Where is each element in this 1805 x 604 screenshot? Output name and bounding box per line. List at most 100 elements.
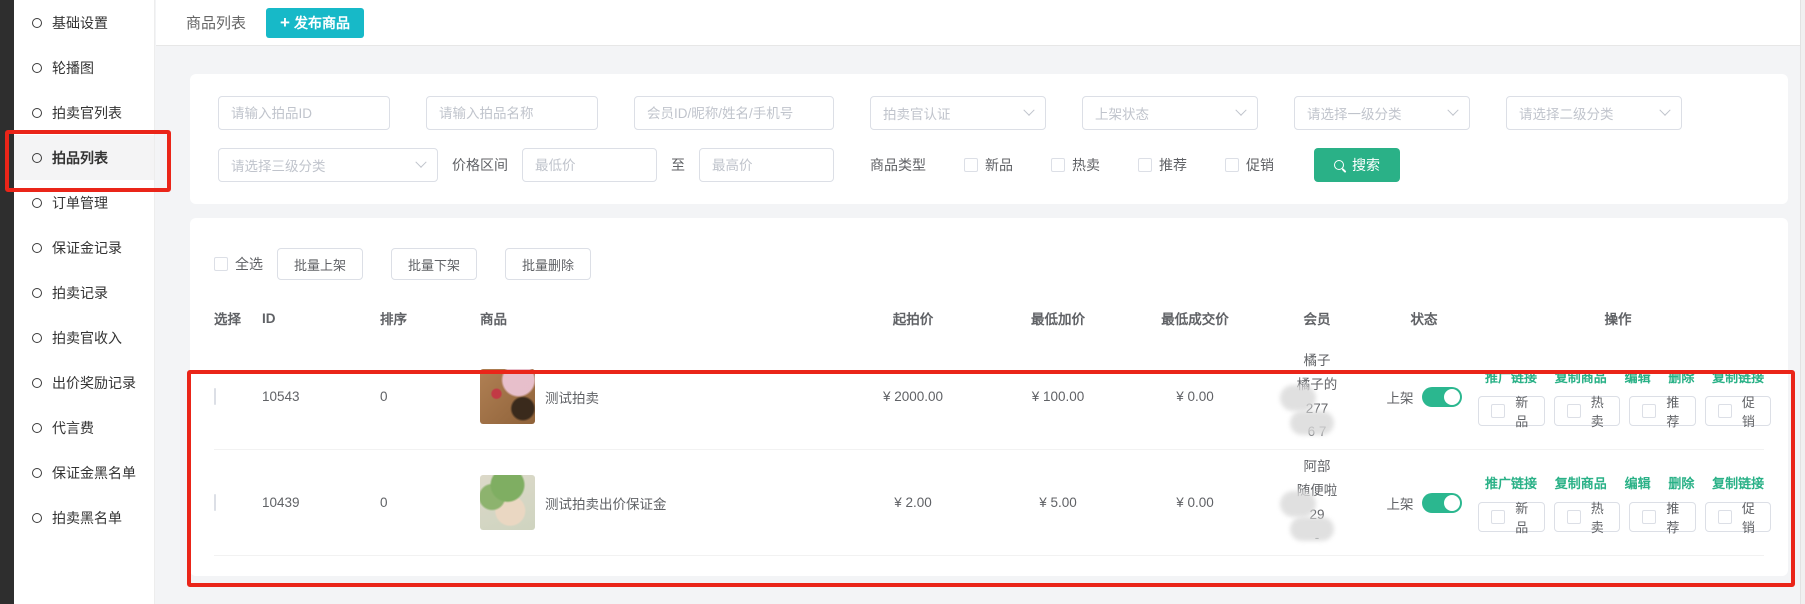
min-price-input[interactable]	[522, 148, 657, 182]
member-line: 橘子	[1264, 349, 1370, 373]
table-header-row: 选择 ID 排序 商品 起拍价 最低加价 最低成交价 会员 状态 操作	[214, 298, 1764, 344]
toggle-knob	[1444, 389, 1460, 405]
table-row: 10543 0 测试拍卖 ¥ 2000.00 ¥ 100.00 ¥ 0.00 橘…	[214, 344, 1764, 450]
cell-product: 测试拍卖出价保证金	[480, 475, 842, 530]
sidebar-item-deposit-blacklist[interactable]: 保证金黑名单	[14, 450, 154, 495]
sidebar-item-label: 拍卖记录	[52, 283, 108, 303]
cell-status: 上架	[1376, 493, 1478, 513]
sidebar-item-deposit-records[interactable]: 保证金记录	[14, 225, 154, 270]
select-placeholder: 上架状态	[1095, 103, 1149, 123]
row-checkbox[interactable]	[214, 388, 216, 405]
tab-product-list[interactable]: 商品列表	[186, 12, 246, 33]
publish-product-button[interactable]: + 发布商品	[266, 8, 364, 38]
sidebar-item-auctioneer-list[interactable]: 拍卖官列表	[14, 90, 154, 135]
type-checkbox-promo[interactable]: 促销	[1225, 155, 1274, 175]
product-image	[480, 369, 535, 424]
copy-product-action[interactable]: 复制商品	[1555, 476, 1607, 491]
privacy-redaction-blob	[1290, 517, 1334, 541]
circle-icon	[32, 153, 42, 163]
circle-icon	[32, 378, 42, 388]
privacy-redaction-blob	[1290, 411, 1334, 435]
bulk-delist-button[interactable]: 批量下架	[391, 248, 477, 280]
circle-icon	[32, 333, 42, 343]
delete-action[interactable]: 删除	[1668, 476, 1694, 491]
edit-action[interactable]: 编辑	[1625, 476, 1651, 491]
row-checkbox[interactable]	[214, 494, 216, 511]
sidebar-item-auctioneer-income[interactable]: 拍卖官收入	[14, 315, 154, 360]
auctioneer-cert-select[interactable]: 拍卖官认证	[870, 96, 1046, 130]
tag-checkbox-hot[interactable]: 热卖	[1554, 502, 1621, 532]
sidebar-item-label: 拍品列表	[52, 148, 108, 168]
tag-checkbox-recommend[interactable]: 推荐	[1629, 502, 1696, 532]
checkbox-icon	[1225, 158, 1239, 172]
tab-bar: 商品列表 + 发布商品	[156, 0, 1805, 46]
tag-checkbox-hot[interactable]: 热卖	[1554, 396, 1621, 426]
col-sort: 排序	[380, 308, 480, 328]
sidebar-item-label: 拍卖官列表	[52, 103, 122, 123]
lot-id-input[interactable]	[218, 96, 390, 130]
sidebar-item-label: 代言费	[52, 418, 94, 438]
sidebar-item-endorsement-fee[interactable]: 代言费	[14, 405, 154, 450]
sidebar-item-carousel[interactable]: 轮播图	[14, 45, 154, 90]
bulk-list-button[interactable]: 批量上架	[277, 248, 363, 280]
col-actions: 操作	[1478, 308, 1764, 328]
product-image	[480, 475, 535, 530]
copy-product-action[interactable]: 复制商品	[1555, 370, 1607, 385]
col-min-increment: 最低加价	[990, 308, 1132, 328]
type-checkbox-hot[interactable]: 热卖	[1051, 155, 1100, 175]
tag-checkbox-new[interactable]: 新品	[1478, 502, 1545, 532]
sidebar-item-bid-reward-records[interactable]: 出价奖励记录	[14, 360, 154, 405]
status-toggle[interactable]	[1422, 387, 1462, 407]
circle-icon	[32, 288, 42, 298]
cell-status: 上架	[1376, 387, 1478, 407]
checkbox-icon	[964, 158, 978, 172]
member-search-input[interactable]	[634, 96, 834, 130]
edit-action[interactable]: 编辑	[1625, 370, 1651, 385]
checkbox-icon	[214, 257, 228, 271]
scrollbar[interactable]	[1800, 0, 1805, 604]
select-all-checkbox[interactable]: 全选	[214, 254, 263, 274]
tag-checkbox-recommend[interactable]: 推荐	[1629, 396, 1696, 426]
lot-name-input[interactable]	[426, 96, 598, 130]
plus-icon: +	[280, 14, 290, 31]
status-toggle[interactable]	[1422, 493, 1462, 513]
sidebar-item-basic-settings[interactable]: 基础设置	[14, 0, 154, 45]
toggle-knob	[1444, 495, 1460, 511]
category2-select[interactable]: 请选择二级分类	[1506, 96, 1682, 130]
type-checkbox-new[interactable]: 新品	[964, 155, 1013, 175]
col-status: 状态	[1376, 308, 1478, 328]
sidebar-item-label: 出价奖励记录	[52, 373, 136, 393]
col-member: 会员	[1264, 308, 1376, 328]
delete-action[interactable]: 删除	[1668, 370, 1694, 385]
bulk-delete-button[interactable]: 批量删除	[505, 248, 591, 280]
category1-select[interactable]: 请选择一级分类	[1294, 96, 1470, 130]
type-checkbox-recommend[interactable]: 推荐	[1138, 155, 1187, 175]
tag-label: 推荐	[1663, 498, 1683, 536]
sidebar-item-order-management[interactable]: 订单管理	[14, 180, 154, 225]
sidebar-item-auction-records[interactable]: 拍卖记录	[14, 270, 154, 315]
price-range-label: 价格区间	[452, 155, 508, 175]
tag-checkbox-new[interactable]: 新品	[1478, 396, 1545, 426]
shelf-status-select[interactable]: 上架状态	[1082, 96, 1258, 130]
sidebar-item-auction-blacklist[interactable]: 拍卖黑名单	[14, 495, 154, 540]
max-price-input[interactable]	[699, 148, 834, 182]
tag-checkbox-promo[interactable]: 促销	[1705, 396, 1772, 426]
tag-checkbox-promo[interactable]: 促销	[1705, 502, 1772, 532]
promo-link-action[interactable]: 推广链接	[1485, 370, 1537, 385]
circle-icon	[32, 108, 42, 118]
checkbox-icon	[1642, 404, 1656, 418]
sidebar-item-label: 轮播图	[52, 58, 94, 78]
circle-icon	[32, 423, 42, 433]
price-to-label: 至	[671, 155, 685, 175]
bulk-actions-row: 全选 批量上架 批量下架 批量删除	[214, 248, 1764, 280]
sidebar-item-lot-list[interactable]: 拍品列表	[14, 135, 154, 180]
promo-link-action[interactable]: 推广链接	[1485, 476, 1537, 491]
sidebar-item-label: 拍卖黑名单	[52, 508, 122, 528]
search-button[interactable]: 搜索	[1314, 148, 1400, 182]
copy-link-action[interactable]: 复制链接	[1712, 476, 1764, 491]
copy-link-action[interactable]: 复制链接	[1712, 370, 1764, 385]
category3-select[interactable]: 请选择三级分类	[218, 148, 438, 182]
select-placeholder: 请选择二级分类	[1519, 103, 1614, 123]
tag-label: 热卖	[1588, 392, 1608, 430]
checkbox-icon	[1051, 158, 1065, 172]
